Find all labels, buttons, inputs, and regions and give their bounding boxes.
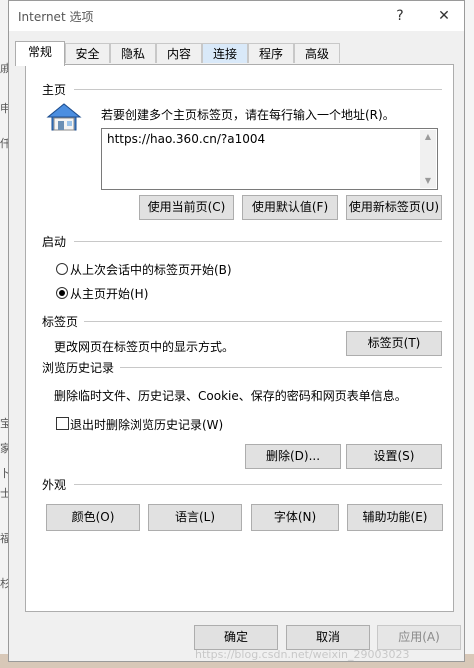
cancel-button[interactable]: 取消 [286, 625, 370, 650]
tab-privacy[interactable]: 隐私 [110, 43, 156, 63]
home-url-value: https://hao.360.cn/?a1004 [107, 132, 266, 146]
use-new-tab-button[interactable]: 使用新标签页(U) [346, 195, 442, 220]
use-current-button[interactable]: 使用当前页(C) [139, 195, 234, 220]
window-title: Internet 选项 [18, 10, 94, 24]
tab-security[interactable]: 安全 [65, 43, 110, 63]
internet-options-dialog: Internet 选项 ? ✕ 常规 安全 隐私 内容 连接 程序 高级 主页 … [8, 0, 465, 662]
title-bar: Internet 选项 ? ✕ [9, 1, 464, 31]
history-settings-button[interactable]: 设置(S) [346, 444, 442, 469]
tab-connections[interactable]: 连接 [202, 43, 248, 63]
ok-button[interactable]: 确定 [194, 625, 278, 650]
tab-content[interactable]: 内容 [156, 43, 202, 63]
delete-on-exit-checkbox[interactable] [56, 417, 69, 430]
startup-section-label: 启动 [42, 235, 67, 249]
fonts-button[interactable]: 字体(N) [251, 504, 339, 531]
home-section-label: 主页 [42, 83, 67, 97]
startup-home-label[interactable]: 从主页开始(H) [70, 285, 148, 302]
tab-advanced[interactable]: 高级 [294, 43, 340, 63]
tabs-description: 更改网页在标签页中的显示方式。 [54, 340, 235, 354]
tabs-section-label: 标签页 [42, 315, 79, 329]
divider [84, 321, 442, 322]
divider [74, 484, 442, 485]
tab-programs[interactable]: 程序 [248, 43, 294, 63]
tabs-settings-button[interactable]: 标签页(T) [346, 331, 442, 356]
home-url-textarea[interactable]: https://hao.360.cn/?a1004 ▲ ▼ [101, 128, 438, 190]
watermark-text: https://blog.csdn.net/weixin_29003023 [195, 648, 410, 661]
delete-on-exit-label[interactable]: 退出时删除浏览历史记录(W) [70, 416, 223, 433]
house-icon [46, 103, 82, 131]
scroll-up-icon[interactable]: ▲ [420, 130, 436, 144]
close-button[interactable]: ✕ [433, 5, 455, 27]
startup-last-session-label[interactable]: 从上次会话中的标签页开始(B) [70, 261, 232, 278]
tab-general[interactable]: 常规 [15, 41, 65, 66]
languages-button[interactable]: 语言(L) [148, 504, 242, 531]
delete-history-button[interactable]: 删除(D)... [245, 444, 341, 469]
history-description: 删除临时文件、历史记录、Cookie、保存的密码和网页表单信息。 [54, 389, 407, 403]
accessibility-button[interactable]: 辅助功能(E) [347, 504, 443, 531]
colors-button[interactable]: 颜色(O) [46, 504, 140, 531]
startup-last-session-radio[interactable] [56, 263, 68, 275]
history-section-label: 浏览历史记录 [42, 361, 115, 375]
help-button[interactable]: ? [389, 5, 411, 27]
use-default-button[interactable]: 使用默认值(F) [242, 195, 338, 220]
divider [74, 241, 442, 242]
appearance-section-label: 外观 [42, 478, 67, 492]
general-tab-panel: 主页 若要创建多个主页标签页，请在每行输入一个地址(R)。 https://ha… [25, 64, 454, 612]
startup-home-radio[interactable] [56, 287, 68, 299]
scroll-down-icon[interactable]: ▼ [420, 174, 436, 188]
divider [120, 367, 442, 368]
home-hint: 若要创建多个主页标签页，请在每行输入一个地址(R)。 [101, 108, 395, 122]
apply-button[interactable]: 应用(A) [377, 625, 461, 650]
textarea-scrollbar[interactable]: ▲ ▼ [420, 130, 436, 188]
divider [74, 89, 442, 90]
